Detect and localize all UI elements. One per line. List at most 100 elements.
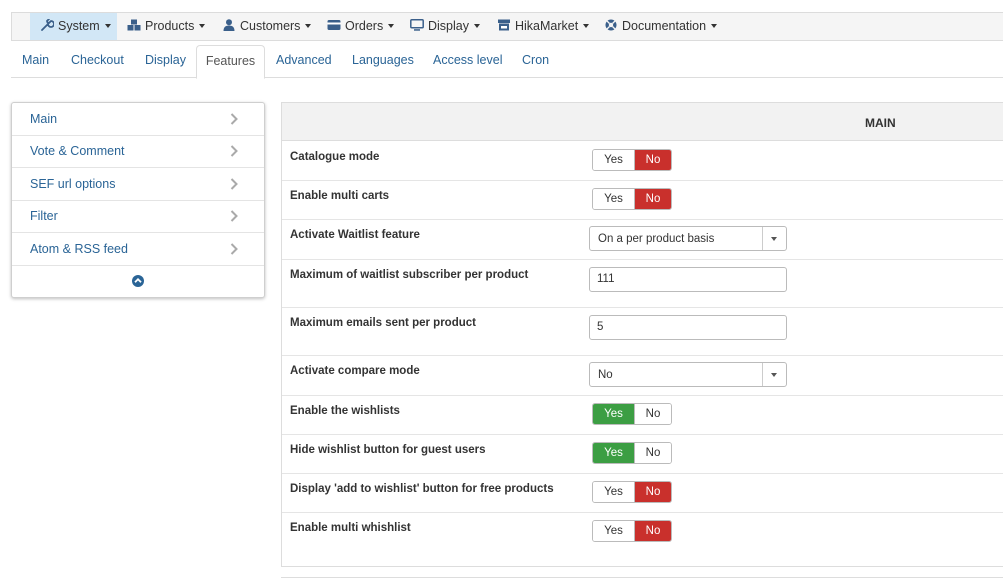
tab-languages[interactable]: Languages (352, 45, 414, 78)
catalogue-mode-no[interactable]: No (634, 150, 671, 170)
hide-wishlist-guests-toggle: Yes No (592, 442, 672, 464)
side-item-main[interactable]: Main (12, 103, 264, 136)
menu-documentation-label: Documentation (622, 19, 707, 33)
setting-label: Enable the wishlists (290, 405, 400, 417)
select-value: No (598, 369, 613, 381)
setting-label: Catalogue mode (290, 151, 380, 163)
setting-row-max-emails: Maximum emails sent per product 5 (282, 308, 1003, 356)
setting-label: Activate compare mode (290, 365, 420, 377)
chevron-down-icon (104, 24, 111, 28)
setting-label: Maximum emails sent per product (290, 317, 476, 329)
wishlist-free-products-toggle: Yes No (592, 481, 672, 503)
wishlist-free-products-yes[interactable]: Yes (593, 482, 634, 502)
select-dropdown-button[interactable] (762, 363, 786, 386)
monitor-icon (410, 19, 424, 31)
setting-row-waitlist-feature: Activate Waitlist feature On a per produ… (282, 220, 1003, 260)
setting-row-wishlist-free-products: Display 'add to wishlist' button for fre… (282, 474, 1003, 513)
setting-label: Maximum of waitlist subscriber per produ… (290, 269, 529, 281)
features-side-nav: Main Vote & Comment SEF url options Filt… (11, 102, 265, 298)
wishlists-no[interactable]: No (634, 404, 671, 424)
chevron-right-icon (230, 113, 238, 125)
compare-mode-select[interactable]: No (589, 362, 787, 387)
setting-label: Display 'add to wishlist' button for fre… (290, 483, 554, 495)
menu-system[interactable]: System (30, 13, 117, 40)
chevron-down-icon (771, 237, 777, 241)
side-item-sef-url-options[interactable]: SEF url options (12, 168, 264, 201)
config-tabs: Main Checkout Display Features Advanced … (11, 45, 1003, 79)
setting-label: Enable multi whishlist (290, 522, 411, 534)
chevron-right-icon (230, 178, 238, 190)
side-collapse-button[interactable] (12, 266, 264, 297)
multi-wishlist-no[interactable]: No (634, 521, 671, 541)
tab-display[interactable]: Display (145, 45, 186, 78)
multi-carts-yes[interactable]: Yes (593, 189, 634, 209)
multi-wishlist-yes[interactable]: Yes (593, 521, 634, 541)
tab-checkout[interactable]: Checkout (71, 45, 124, 78)
setting-row-multi-wishlist: Enable multi whishlist Yes No (282, 513, 1003, 567)
store-icon (498, 19, 510, 31)
chevron-down-icon (583, 24, 590, 28)
multi-carts-no[interactable]: No (634, 189, 671, 209)
catalogue-mode-toggle: Yes No (592, 149, 672, 171)
menu-products-label: Products (145, 19, 195, 33)
menu-display-label: Display (428, 19, 469, 33)
side-item-label: SEF url options (30, 177, 116, 191)
waitlist-feature-select[interactable]: On a per product basis (589, 226, 787, 251)
tab-cron[interactable]: Cron (522, 45, 549, 78)
wishlists-yes[interactable]: Yes (593, 404, 634, 424)
wrench-icon (41, 19, 54, 31)
side-item-atom-rss-feed[interactable]: Atom & RSS feed (12, 233, 264, 266)
main-settings-header: MAIN (282, 103, 1003, 141)
setting-label: Enable multi carts (290, 190, 390, 202)
chevron-down-icon (771, 373, 777, 377)
menu-orders[interactable]: Orders (317, 13, 395, 40)
tab-features[interactable]: Features (196, 45, 265, 79)
menu-products[interactable]: Products (117, 13, 206, 40)
menu-system-label: System (58, 19, 100, 33)
menu-customers[interactable]: Customers (212, 13, 312, 40)
select-dropdown-button[interactable] (762, 227, 786, 250)
side-item-label: Main (30, 112, 58, 126)
select-value: On a per product basis (598, 233, 715, 245)
credit-card-icon (327, 20, 341, 30)
setting-label: Activate Waitlist feature (290, 229, 420, 241)
cubes-icon (127, 19, 141, 31)
chevron-down-icon (711, 24, 718, 28)
setting-row-compare-mode: Activate compare mode No (282, 356, 1003, 396)
tab-main[interactable]: Main (22, 45, 49, 78)
side-item-label: Atom & RSS feed (30, 242, 128, 256)
menu-documentation[interactable]: Documentation (594, 13, 718, 40)
menu-bar-edge (12, 13, 30, 40)
wishlist-free-products-no[interactable]: No (634, 482, 671, 502)
user-icon (223, 19, 235, 31)
tab-access-level[interactable]: Access level (433, 45, 502, 78)
chevron-up-circle-icon (132, 275, 144, 287)
chevron-down-icon (305, 24, 312, 28)
setting-label: Hide wishlist button for guest users (290, 444, 486, 456)
hide-wishlist-guests-yes[interactable]: Yes (593, 443, 634, 463)
menu-orders-label: Orders (345, 19, 384, 33)
chevron-down-icon (199, 24, 206, 28)
chevron-right-icon (230, 145, 238, 157)
menu-hikamarket[interactable]: HikaMarket (487, 13, 590, 40)
setting-row-max-waitlist-subscribers: Maximum of waitlist subscriber per produ… (282, 260, 1003, 308)
main-settings-panel: MAIN Catalogue mode Yes No Enable multi … (281, 102, 1003, 567)
wishlists-toggle: Yes No (592, 403, 672, 425)
setting-row-multi-carts: Enable multi carts Yes No (282, 181, 1003, 220)
side-item-label: Vote & Comment (30, 144, 125, 158)
max-emails-input[interactable]: 5 (589, 315, 787, 340)
multi-carts-toggle: Yes No (592, 188, 672, 210)
top-menu-bar: System Products Customers Orders Display… (11, 12, 1003, 41)
chevron-right-icon (230, 210, 238, 222)
main-settings-title: MAIN (865, 116, 896, 130)
catalogue-mode-yes[interactable]: Yes (593, 150, 634, 170)
side-item-vote-comment[interactable]: Vote & Comment (12, 135, 264, 168)
tab-advanced[interactable]: Advanced (276, 45, 332, 78)
side-item-filter[interactable]: Filter (12, 200, 264, 233)
hide-wishlist-guests-no[interactable]: No (634, 443, 671, 463)
multi-wishlist-toggle: Yes No (592, 520, 672, 542)
lifebuoy-icon (605, 19, 617, 31)
chevron-down-icon (474, 24, 480, 28)
max-waitlist-subscribers-input[interactable]: 111 (589, 267, 787, 292)
menu-display[interactable]: Display (400, 13, 480, 40)
